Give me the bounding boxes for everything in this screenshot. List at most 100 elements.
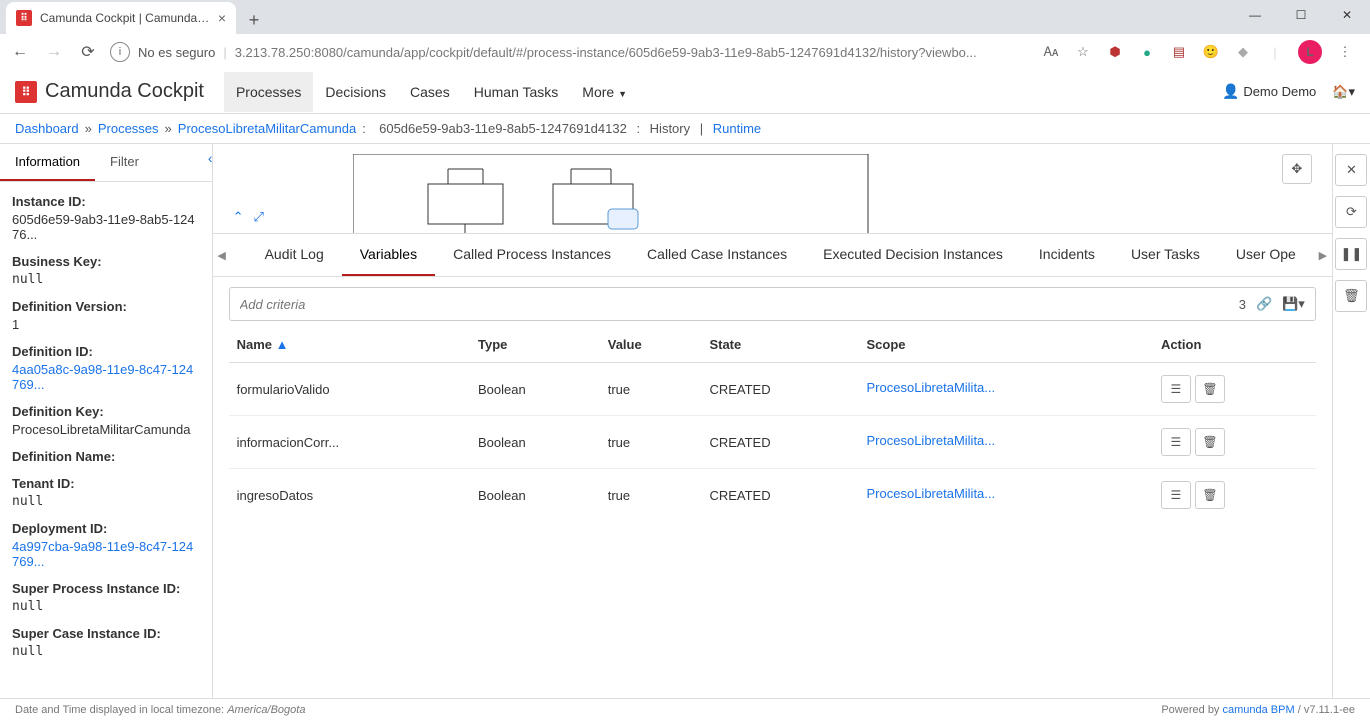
- detail-tab-user-ope[interactable]: User Ope: [1218, 234, 1314, 276]
- translate-icon[interactable]: 🗛: [1042, 43, 1060, 61]
- detail-tab-audit-log[interactable]: Audit Log: [247, 234, 342, 276]
- crumb-processes[interactable]: Processes: [98, 121, 159, 136]
- scope-link[interactable]: ProcesoLibretaMilita...: [867, 486, 996, 501]
- cell-action: ☰🗑: [1153, 469, 1316, 522]
- move-icon[interactable]: ✥: [1282, 154, 1312, 184]
- col-scope[interactable]: Scope: [859, 327, 1153, 363]
- site-info-icon[interactable]: i: [110, 42, 130, 62]
- list-icon[interactable]: ☰: [1161, 375, 1191, 403]
- back-button[interactable]: ←: [8, 40, 32, 64]
- save-icon[interactable]: 💾▾: [1282, 296, 1305, 312]
- url-box[interactable]: i No es seguro | 3.213.78.250:8080/camun…: [110, 42, 1032, 62]
- reload-button[interactable]: ⟳: [76, 40, 100, 64]
- pdf-icon[interactable]: ▤: [1170, 43, 1188, 61]
- tab-information[interactable]: Information: [0, 144, 95, 181]
- cell-scope: ProcesoLibretaMilita...: [859, 363, 1153, 416]
- tab-close-icon[interactable]: ×: [218, 10, 226, 26]
- detail-tab-user-tasks[interactable]: User Tasks: [1113, 234, 1218, 276]
- logo-icon: ⠿: [15, 81, 37, 103]
- cell-action: ☰🗑: [1153, 416, 1316, 469]
- info-value: null: [12, 272, 200, 287]
- app-header: ⠿ Camunda Cockpit Processes Decisions Ca…: [0, 70, 1370, 114]
- info-item: Definition Key:ProcesoLibretaMilitarCamu…: [12, 404, 200, 437]
- window-controls: — ☐ ✕: [1232, 0, 1370, 30]
- col-action[interactable]: Action: [1153, 327, 1316, 363]
- detail-tab-incidents[interactable]: Incidents: [1021, 234, 1113, 276]
- tab-filter[interactable]: Filter: [95, 144, 154, 181]
- info-item: Instance ID:605d6e59-9ab3-11e9-8ab5-1247…: [12, 194, 200, 242]
- crumb-dashboard[interactable]: Dashboard: [15, 121, 79, 136]
- url-security: No es seguro: [138, 45, 215, 60]
- nav-processes[interactable]: Processes: [224, 72, 313, 112]
- pause-button[interactable]: ❚❚: [1335, 238, 1367, 270]
- bpmn-diagram: [353, 154, 873, 234]
- list-icon[interactable]: ☰: [1161, 481, 1191, 509]
- diagram-area[interactable]: ⌃ ⤢ ✥: [213, 144, 1332, 234]
- main-nav: Processes Decisions Cases Human Tasks Mo…: [224, 72, 639, 112]
- detail-tab-variables[interactable]: Variables: [342, 234, 435, 276]
- close-button[interactable]: ✕: [1335, 154, 1367, 186]
- close-window-button[interactable]: ✕: [1324, 0, 1370, 30]
- cell-value: true: [600, 469, 702, 522]
- link-icon[interactable]: 🔗: [1256, 296, 1272, 312]
- browser-menu-icon[interactable]: ⋮: [1336, 43, 1354, 61]
- nav-decisions[interactable]: Decisions: [313, 72, 398, 112]
- footer-link[interactable]: camunda BPM: [1223, 704, 1295, 716]
- nav-human-tasks[interactable]: Human Tasks: [462, 72, 571, 112]
- criteria-input[interactable]: [240, 297, 1239, 312]
- tab-scroll-right[interactable]: ▶: [1314, 234, 1332, 277]
- home-icon[interactable]: 🏠▾: [1332, 84, 1355, 100]
- extension-icon-1[interactable]: ●: [1138, 43, 1156, 61]
- refresh-button[interactable]: ⟳: [1335, 196, 1367, 228]
- tab-bar: ⠿ Camunda Cockpit | Camunda Co × + — ☐ ✕: [0, 0, 1370, 34]
- app-logo[interactable]: ⠿ Camunda Cockpit: [15, 80, 204, 103]
- minimize-button[interactable]: —: [1232, 0, 1278, 30]
- nav-more[interactable]: More ▼: [570, 72, 639, 112]
- criteria-count: 3: [1239, 297, 1246, 312]
- expand-icon[interactable]: ⤢: [253, 209, 263, 225]
- crumb-runtime[interactable]: Runtime: [713, 121, 761, 136]
- scope-link[interactable]: ProcesoLibretaMilita...: [867, 380, 996, 395]
- adblock-icon[interactable]: ⬢: [1106, 43, 1124, 61]
- col-name[interactable]: Name ▲: [229, 327, 470, 363]
- crumb-definition[interactable]: ProcesoLibretaMilitarCamunda: [178, 121, 356, 136]
- list-icon[interactable]: ☰: [1161, 428, 1191, 456]
- maximize-button[interactable]: ☐: [1278, 0, 1324, 30]
- info-label: Tenant ID:: [12, 476, 200, 491]
- browser-tab[interactable]: ⠿ Camunda Cockpit | Camunda Co ×: [6, 2, 236, 34]
- tab-scroll-left[interactable]: ◀: [213, 234, 231, 277]
- detail-tab-called-process-instances[interactable]: Called Process Instances: [435, 234, 629, 276]
- info-label: Definition Version:: [12, 299, 200, 314]
- address-bar: ← → ⟳ i No es seguro | 3.213.78.250:8080…: [0, 34, 1370, 70]
- criteria-bar: 3 🔗 💾▾: [229, 287, 1316, 321]
- col-type[interactable]: Type: [470, 327, 600, 363]
- center-panel: ⌃ ⤢ ✥ ◀ Audit LogVariablesCalled Process…: [213, 144, 1332, 698]
- info-value-link[interactable]: 4aa05a8c-9a98-11e9-8c47-124769...: [12, 362, 200, 392]
- forward-button[interactable]: →: [42, 40, 66, 64]
- detail-tab-executed-decision-instances[interactable]: Executed Decision Instances: [805, 234, 1021, 276]
- info-value: null: [12, 644, 200, 659]
- col-state[interactable]: State: [701, 327, 858, 363]
- nav-cases[interactable]: Cases: [398, 72, 462, 112]
- cell-name: ingresoDatos: [229, 469, 470, 522]
- delete-button[interactable]: 🗑: [1335, 280, 1367, 312]
- trash-icon[interactable]: 🗑: [1195, 428, 1225, 456]
- detail-tab-called-case-instances[interactable]: Called Case Instances: [629, 234, 805, 276]
- trash-icon[interactable]: 🗑: [1195, 481, 1225, 509]
- left-content[interactable]: Instance ID:605d6e59-9ab3-11e9-8ab5-1247…: [0, 182, 212, 698]
- profile-avatar[interactable]: L: [1298, 40, 1322, 64]
- footer-tz-label: Date and Time displayed in local timezon…: [15, 704, 224, 716]
- bookmark-icon[interactable]: ☆: [1074, 43, 1092, 61]
- cell-action: ☰🗑: [1153, 363, 1316, 416]
- trash-icon[interactable]: 🗑: [1195, 375, 1225, 403]
- extension-icon-3[interactable]: ◆: [1234, 43, 1252, 61]
- info-value-link[interactable]: 4a997cba-9a98-11e9-8c47-124769...: [12, 539, 200, 569]
- info-label: Instance ID:: [12, 194, 200, 209]
- user-menu[interactable]: 👤 Demo Demo: [1222, 83, 1316, 100]
- scope-link[interactable]: ProcesoLibretaMilita...: [867, 433, 996, 448]
- extension-icon-2[interactable]: 🙂: [1202, 43, 1220, 61]
- info-item: Definition Version:1: [12, 299, 200, 332]
- new-tab-button[interactable]: +: [240, 6, 268, 34]
- col-value[interactable]: Value: [600, 327, 702, 363]
- collapse-up-icon[interactable]: ⌃: [233, 209, 244, 225]
